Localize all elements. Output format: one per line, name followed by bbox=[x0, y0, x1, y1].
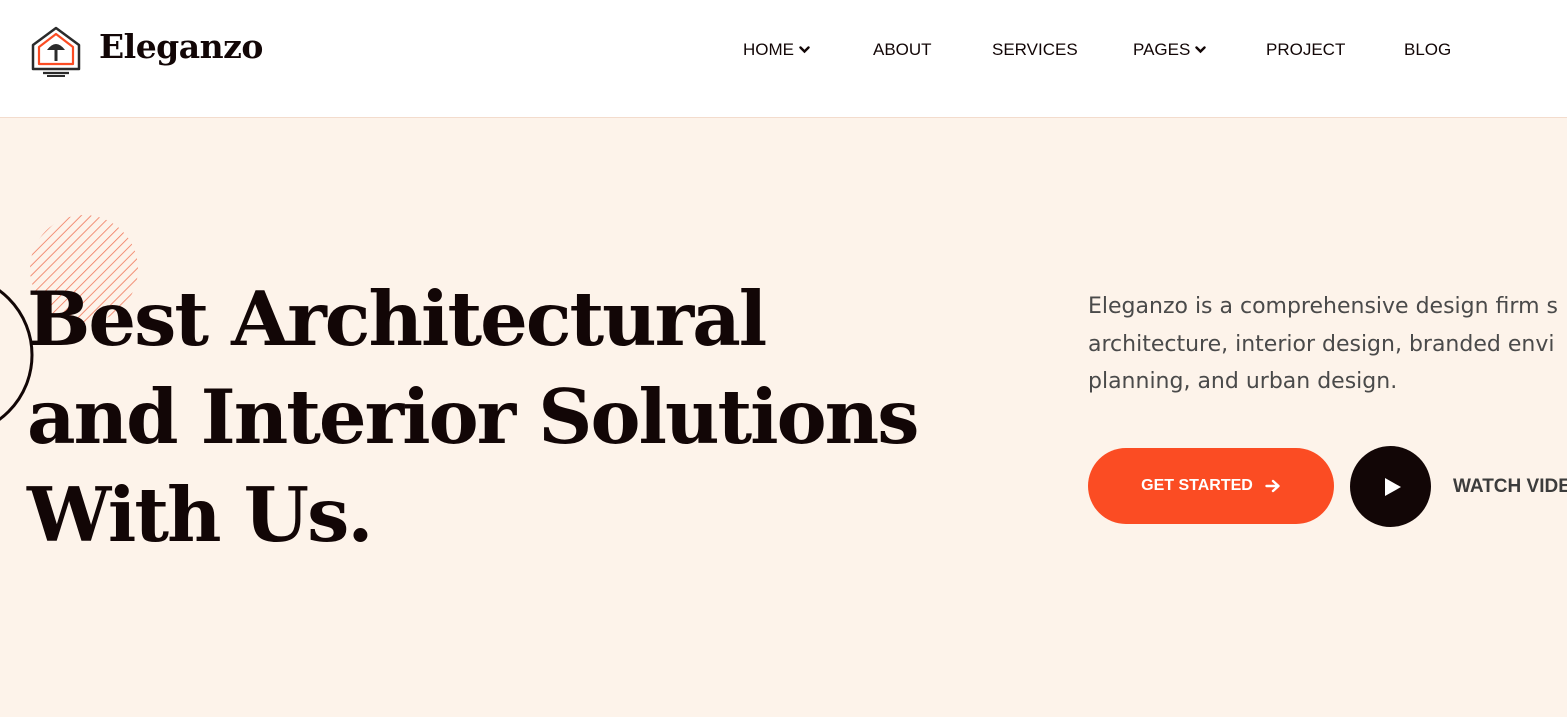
description-line-3: planning, and urban design. bbox=[1088, 369, 1398, 394]
nav-item-home[interactable]: HOME bbox=[743, 40, 810, 60]
nav-item-services[interactable]: SERVICES bbox=[992, 40, 1078, 60]
hero-description: Eleganzo is a comprehensive design firm … bbox=[1088, 288, 1567, 401]
nav-item-blog[interactable]: BLOG bbox=[1404, 40, 1451, 60]
site-header: Eleganzo HOME ABOUT SERVICES PAGES PROJE… bbox=[0, 0, 1567, 118]
watch-video-link[interactable]: WATCH VIDEO bbox=[1453, 476, 1567, 498]
main-nav: HOME ABOUT SERVICES PAGES PROJECT BLOG bbox=[0, 40, 1567, 62]
get-started-label: GET STARTED bbox=[1141, 477, 1253, 494]
nav-label-project: PROJECT bbox=[1266, 40, 1346, 59]
hero-headline: Best Architectural and Interior Solution… bbox=[27, 270, 919, 564]
nav-label-about: ABOUT bbox=[873, 40, 932, 59]
headline-line-3: With Us. bbox=[27, 471, 373, 559]
nav-item-project[interactable]: PROJECT bbox=[1266, 40, 1345, 60]
arrow-right-icon bbox=[1265, 479, 1280, 493]
nav-label-pages: PAGES bbox=[1133, 40, 1191, 59]
description-line-2: architecture, interior design, branded e… bbox=[1088, 331, 1555, 357]
nav-label-blog: BLOG bbox=[1404, 40, 1452, 59]
nav-label-home: HOME bbox=[743, 40, 794, 59]
headline-line-2: and Interior Solutions bbox=[27, 373, 919, 461]
hero-section: Best Architectural and Interior Solution… bbox=[0, 118, 1567, 717]
play-icon bbox=[1384, 477, 1401, 496]
get-started-button[interactable]: GET STARTED bbox=[1088, 448, 1334, 524]
nav-item-pages[interactable]: PAGES bbox=[1133, 40, 1207, 60]
headline-line-1: Best Architectural bbox=[27, 275, 767, 363]
nav-item-about[interactable]: ABOUT bbox=[873, 40, 932, 60]
play-video-button[interactable] bbox=[1350, 446, 1431, 527]
chevron-down-icon bbox=[799, 46, 810, 54]
nav-label-services: SERVICES bbox=[992, 40, 1078, 59]
chevron-down-icon bbox=[1195, 46, 1207, 54]
description-line-1: Eleganzo is a comprehensive design firm … bbox=[1088, 294, 1558, 319]
